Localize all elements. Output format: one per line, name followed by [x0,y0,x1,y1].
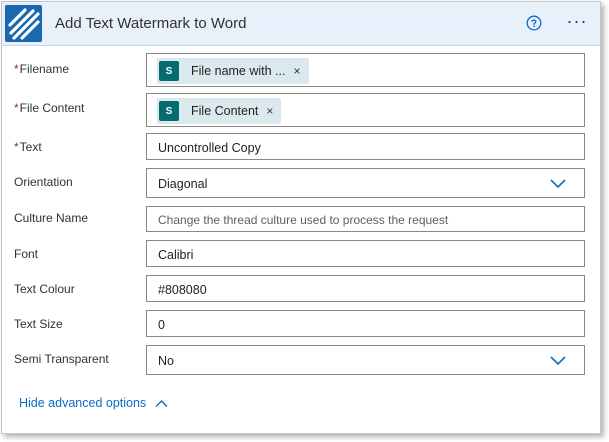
orientation-label: Orientation [14,175,73,189]
font-label: Font [14,247,39,261]
card-header[interactable]: Add Text Watermark to Word ··· [2,2,600,46]
required-marker: * [14,140,19,154]
chevron-up-icon [155,399,168,407]
text-colour-input[interactable]: #808080 [146,275,585,302]
sharepoint-icon: S [157,98,181,124]
chevron-down-icon[interactable] [550,177,566,189]
filename-label: *Filename [14,62,70,76]
text-label: *Text [14,140,42,154]
more-options-button[interactable]: ··· [564,12,590,34]
help-circle-icon[interactable] [526,15,542,31]
filename-token-label: File name with ... [191,64,286,78]
file-content-token-label: File Content [191,104,259,118]
text-size-input[interactable]: 0 [146,310,585,337]
text-size-label: Text Size [14,317,63,331]
file-content-label: *File Content [14,101,85,115]
culture-name-label: Culture Name [14,211,89,225]
required-marker: * [14,101,19,115]
text-colour-label: Text Colour [14,282,75,296]
file-content-token-close-icon[interactable]: × [266,104,273,118]
file-content-field[interactable]: S File Content × [146,93,585,127]
filename-token[interactable]: S File name with ... × [157,58,309,84]
action-card: Add Text Watermark to Word ··· *Filename… [1,1,601,434]
sharepoint-icon: S [157,58,181,84]
striped-logo-icon [5,5,42,42]
font-input[interactable]: Calibri [146,240,585,267]
chevron-down-icon[interactable] [550,354,566,366]
semi-transparent-select[interactable]: No [146,345,585,375]
card-title: Add Text Watermark to Word [55,15,247,32]
file-content-token[interactable]: S File Content × [157,98,282,124]
filename-token-close-icon[interactable]: × [293,64,300,78]
semi-transparent-label: Semi Transparent [14,352,109,366]
hide-advanced-options-link[interactable]: Hide advanced options [19,396,168,410]
orientation-select[interactable]: Diagonal [146,168,585,198]
required-marker: * [14,62,19,76]
filename-field[interactable]: S File name with ... × [146,53,585,87]
culture-name-input[interactable]: Change the thread culture used to proces… [146,206,585,232]
text-input[interactable]: Uncontrolled Copy [146,133,585,160]
